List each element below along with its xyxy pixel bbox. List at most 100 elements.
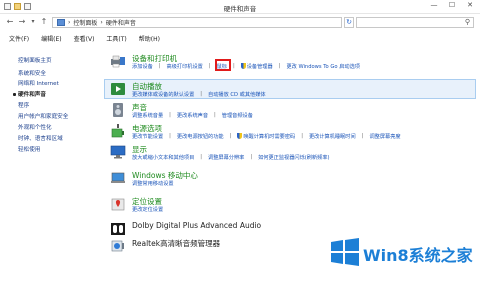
link-advanced-printer[interactable]: 高级打印机设置 — [167, 63, 203, 70]
category-title[interactable]: Realtek高清晰音频管理器 — [132, 238, 220, 249]
devices-printers-icon — [111, 55, 125, 68]
link-separator: | — [250, 154, 253, 160]
watermark-text: Win8系统之家 — [363, 246, 473, 265]
watermark: Win8系统之家 — [329, 235, 479, 281]
menu-tools[interactable]: 工具(T) — [106, 34, 126, 43]
back-arrow-icon[interactable]: ← — [5, 17, 15, 27]
address-bar-row: ← → ▾ ↑ › 控制面板 › 硬件和声音 ↻ ⚲ — [0, 14, 480, 31]
link-text-size[interactable]: 放大或缩小文本和其他项目 — [132, 154, 194, 161]
category-links: 更改定位设置 — [132, 206, 163, 213]
category-mobility-center: Windows 移动中心 调整常用移动设置 — [104, 169, 474, 189]
link-separator: | — [214, 112, 216, 118]
link-separator: | — [169, 112, 171, 118]
menu-view[interactable]: 查看(V) — [74, 34, 95, 43]
sidebar: 控制面板主页 系统和安全 网络和 Internet 硬件和声音 程序 用户帐户和… — [0, 44, 98, 281]
windows-logo-icon — [331, 238, 359, 266]
category-links: 调整系统音量 | 更改系统声音 | 管理音频设备 — [132, 112, 253, 119]
link-separator: | — [232, 63, 235, 69]
category-dolby: Dolby Digital Plus Advanced Audio — [104, 220, 474, 236]
link-separator: | — [208, 63, 211, 69]
power-icon — [111, 124, 124, 138]
sidebar-item-home[interactable]: 控制面板主页 — [18, 56, 52, 64]
menu-file[interactable]: 文件(F) — [9, 34, 29, 43]
address-separator: › — [68, 19, 71, 26]
autoplay-icon — [111, 83, 125, 95]
link-separator: | — [169, 133, 171, 139]
refresh-icon[interactable]: ↻ — [344, 17, 354, 28]
recent-locations-icon[interactable]: ▾ — [28, 17, 38, 27]
sidebar-item-clock-region[interactable]: 时钟、语言和区域 — [18, 134, 63, 142]
link-windows-to-go[interactable]: 更改 Windows To Go 启动选项 — [286, 63, 360, 70]
link-refresh-rate[interactable]: 如何更正监视器闪烁(刷新频率) — [258, 154, 330, 161]
uac-shield-icon — [240, 63, 246, 69]
minimize-button[interactable]: — — [428, 1, 440, 9]
category-links: 添加设备 | 高级打印机设置 | 鼠标 | 设备管理器 | 更改 Windows… — [132, 63, 360, 70]
link-separator: | — [301, 133, 303, 139]
current-item-bullet — [13, 93, 16, 96]
link-wake-password[interactable]: 唤醒计算机时需要密码 — [237, 133, 295, 140]
link-separator: | — [278, 63, 281, 69]
breadcrumb-hardware-sound[interactable]: 硬件和声音 — [106, 18, 136, 27]
category-autoplay: 自动播放 更改媒体或设备的默认设置 | 自动播放 CD 或其他媒体 — [104, 80, 474, 100]
search-icon: ⚲ — [464, 18, 470, 26]
link-power-button[interactable]: 更改电源按钮的功能 — [177, 133, 224, 140]
link-adjust-volume[interactable]: 调整系统音量 — [132, 112, 163, 119]
mouse-link-highlight-box — [215, 59, 231, 71]
link-separator: | — [229, 133, 232, 139]
category-title[interactable]: Dolby Digital Plus Advanced Audio — [132, 221, 261, 230]
sidebar-item-hardware-sound[interactable]: 硬件和声音 — [18, 90, 46, 98]
mobility-center-icon — [111, 172, 125, 183]
category-sound: 声音 调整系统音量 | 更改系统声音 | 管理音频设备 — [104, 101, 474, 121]
link-separator: | — [158, 63, 161, 69]
window-controls: — ☐ ✕ — [428, 1, 476, 9]
link-location-settings[interactable]: 更改定位设置 — [132, 206, 163, 213]
menu-help[interactable]: 帮助(H) — [139, 34, 160, 43]
forward-arrow-icon[interactable]: → — [17, 17, 27, 27]
link-sleep-time[interactable]: 更改计算机睡眠时间 — [309, 133, 356, 140]
link-add-device[interactable]: 添加设备 — [132, 63, 153, 70]
window-title: 硬件和声音 — [223, 5, 257, 13]
dolby-icon — [111, 223, 125, 235]
up-arrow-icon[interactable]: ↑ — [39, 17, 49, 27]
sound-icon — [113, 103, 123, 117]
category-location: 定位设置 更改定位设置 — [104, 195, 474, 215]
uac-shield-icon — [237, 133, 243, 139]
sidebar-item-user-accounts[interactable]: 用户帐户和家庭安全 — [18, 112, 68, 120]
sidebar-item-system-security[interactable]: 系统和安全 — [18, 69, 46, 77]
link-media-defaults[interactable]: 更改媒体或设备的默认设置 — [132, 91, 194, 98]
link-brightness[interactable]: 调整屏幕亮度 — [369, 133, 400, 140]
category-display: 显示 放大或缩小文本和其他项目 | 调整屏幕分辨率 | 如何更正监视器闪烁(刷新… — [104, 143, 474, 163]
sidebar-item-network[interactable]: 网络和 Internet — [18, 79, 59, 87]
link-mobility-settings[interactable]: 调整常用移动设置 — [132, 180, 174, 187]
menu-edit[interactable]: 编辑(E) — [41, 34, 61, 43]
sidebar-item-appearance[interactable]: 外观和个性化 — [18, 123, 52, 131]
link-power-saving[interactable]: 更改节能设置 — [132, 133, 163, 140]
address-separator: › — [100, 19, 103, 26]
display-icon — [110, 145, 126, 159]
close-button[interactable]: ✕ — [464, 1, 476, 9]
search-input[interactable]: ⚲ — [356, 17, 474, 28]
link-device-manager[interactable]: 设备管理器 — [240, 63, 273, 70]
link-wake-password-label: 唤醒计算机时需要密码 — [243, 134, 296, 140]
category-links: 放大或缩小文本和其他项目 | 调整屏幕分辨率 | 如何更正监视器闪烁(刷新频率) — [132, 154, 330, 161]
category-links: 更改节能设置 | 更改电源按钮的功能 | 唤醒计算机时需要密码 | 更改计算机睡… — [132, 133, 401, 140]
link-change-sounds[interactable]: 更改系统声音 — [177, 112, 208, 119]
sidebar-item-ease-of-access[interactable]: 轻松使用 — [18, 145, 40, 153]
link-separator: | — [361, 133, 364, 139]
link-separator: | — [200, 91, 203, 97]
sidebar-item-programs[interactable]: 程序 — [18, 101, 29, 109]
link-resolution[interactable]: 调整屏幕分辨率 — [208, 154, 244, 161]
address-input[interactable]: › 控制面板 › 硬件和声音 — [52, 17, 342, 28]
category-links: 调整常用移动设置 — [132, 180, 174, 187]
link-separator: | — [200, 154, 203, 160]
link-autoplay-cd[interactable]: 自动播放 CD 或其他媒体 — [208, 91, 266, 98]
maximize-button[interactable]: ☐ — [446, 1, 458, 9]
category-links: 更改媒体或设备的默认设置 | 自动播放 CD 或其他媒体 — [132, 91, 266, 98]
control-panel-icon — [57, 19, 65, 26]
category-power: 电源选项 更改节能设置 | 更改电源按钮的功能 | 唤醒计算机时需要密码 | 更… — [104, 122, 474, 142]
location-icon — [111, 198, 125, 211]
breadcrumb-control-panel[interactable]: 控制面板 — [73, 18, 97, 27]
link-device-manager-label: 设备管理器 — [246, 64, 273, 70]
link-manage-audio[interactable]: 管理音频设备 — [222, 112, 253, 119]
category-devices-printers: 设备和打印机 添加设备 | 高级打印机设置 | 鼠标 | 设备管理器 | 更改 … — [104, 52, 474, 78]
